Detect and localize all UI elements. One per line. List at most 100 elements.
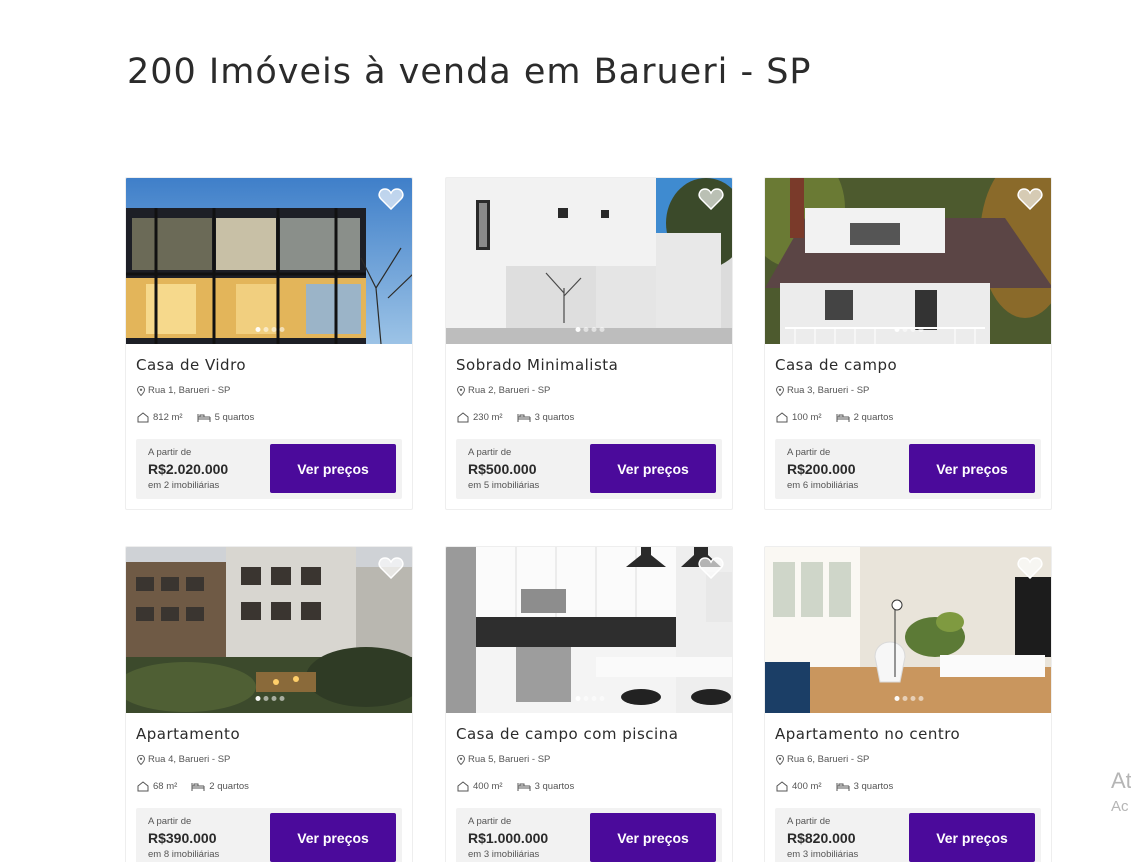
- listing-photo[interactable]: [765, 547, 1051, 713]
- listing-specs: 400 m² 3 quartos: [776, 781, 907, 792]
- listing-address: Rua 4, Barueri - SP: [137, 754, 230, 765]
- price-from-label: A partir de: [468, 816, 512, 827]
- house-outline-icon: [776, 412, 788, 423]
- listing-rooms: 3 quartos: [534, 412, 575, 423]
- house-outline-icon: [457, 781, 469, 792]
- listing-photo[interactable]: [765, 178, 1051, 344]
- listing-agencies: em 3 imobiliárias: [787, 849, 859, 860]
- see-prices-button[interactable]: Ver preços: [909, 813, 1035, 862]
- listing-area: 100 m²: [792, 412, 822, 423]
- listing-title[interactable]: Casa de campo: [775, 356, 897, 374]
- listing-photo[interactable]: [446, 547, 732, 713]
- listing-agencies: em 6 imobiliárias: [787, 480, 859, 491]
- listing-address: Rua 3, Barueri - SP: [776, 385, 869, 396]
- carousel-dots[interactable]: [575, 327, 605, 332]
- listing-card[interactable]: Casa de Vidro Rua 1, Barueri - SP 812 m²…: [125, 177, 413, 510]
- price-box: A partir de R$390.000 em 8 imobiliárias …: [136, 808, 402, 862]
- os-activation-watermark: At Ac: [1111, 768, 1131, 815]
- listing-address: Rua 2, Barueri - SP: [457, 385, 550, 396]
- carousel-dots[interactable]: [255, 696, 285, 701]
- price-from-label: A partir de: [148, 447, 192, 458]
- glass-house-photo: [126, 178, 412, 344]
- house-outline-icon: [776, 781, 788, 792]
- listing-rooms: 5 quartos: [214, 412, 255, 423]
- listing-specs: 230 m² 3 quartos: [457, 412, 588, 423]
- price-box: A partir de R$500.000 em 5 imobiliárias …: [456, 439, 722, 499]
- listing-card[interactable]: Casa de campo com piscina Rua 5, Barueri…: [445, 546, 733, 862]
- apartment-complex-photo: [126, 547, 412, 713]
- listing-photo[interactable]: [126, 547, 412, 713]
- heart-icon[interactable]: [378, 188, 404, 210]
- listing-area: 68 m²: [153, 781, 178, 792]
- listing-title[interactable]: Apartamento no centro: [775, 725, 960, 743]
- listing-agencies: em 8 imobiliárias: [148, 849, 220, 860]
- see-prices-button[interactable]: Ver preços: [270, 813, 396, 862]
- listing-price: R$2.020.000: [148, 461, 229, 477]
- see-prices-button[interactable]: Ver preços: [590, 813, 716, 862]
- map-pin-icon: [137, 385, 145, 396]
- map-pin-icon: [776, 385, 784, 396]
- see-prices-button[interactable]: Ver preços: [909, 444, 1035, 493]
- price-from-label: A partir de: [148, 816, 192, 827]
- carousel-dots[interactable]: [894, 327, 924, 332]
- bed-icon: [517, 782, 531, 791]
- see-prices-button[interactable]: Ver preços: [590, 444, 716, 493]
- price-from-label: A partir de: [787, 447, 831, 458]
- listing-specs: 100 m² 2 quartos: [776, 412, 907, 423]
- listing-photo[interactable]: [126, 178, 412, 344]
- price-box: A partir de R$200.000 em 6 imobiliárias …: [775, 439, 1041, 499]
- listing-area: 400 m²: [792, 781, 822, 792]
- page-title: 200 Imóveis à venda em Barueri - SP: [127, 52, 812, 92]
- listing-address: Rua 6, Barueri - SP: [776, 754, 869, 765]
- map-pin-icon: [457, 754, 465, 765]
- listing-area: 400 m²: [473, 781, 503, 792]
- listing-address: Rua 1, Barueri - SP: [137, 385, 230, 396]
- price-box: A partir de R$2.020.000 em 2 imobiliária…: [136, 439, 402, 499]
- listing-card[interactable]: Apartamento Rua 4, Barueri - SP 68 m² 2 …: [125, 546, 413, 862]
- listing-agencies: em 3 imobiliárias: [468, 849, 540, 860]
- carousel-dots[interactable]: [255, 327, 285, 332]
- carousel-dots[interactable]: [575, 696, 605, 701]
- country-house-photo: [765, 178, 1051, 344]
- listing-photo[interactable]: [446, 178, 732, 344]
- heart-icon[interactable]: [378, 557, 404, 579]
- price-from-label: A partir de: [787, 816, 831, 827]
- bed-icon: [517, 413, 531, 422]
- heart-icon[interactable]: [1017, 557, 1043, 579]
- listing-rooms: 3 quartos: [853, 781, 894, 792]
- listing-agencies: em 2 imobiliárias: [148, 480, 220, 491]
- kitchen-photo: [446, 547, 732, 713]
- price-from-label: A partir de: [468, 447, 512, 458]
- house-outline-icon: [137, 412, 149, 423]
- listing-card[interactable]: Sobrado Minimalista Rua 2, Barueri - SP …: [445, 177, 733, 510]
- see-prices-button[interactable]: Ver preços: [270, 444, 396, 493]
- listing-title[interactable]: Sobrado Minimalista: [456, 356, 618, 374]
- price-box: A partir de R$1.000.000 em 3 imobiliária…: [456, 808, 722, 862]
- listing-title[interactable]: Casa de campo com piscina: [456, 725, 678, 743]
- bed-icon: [836, 413, 850, 422]
- heart-icon[interactable]: [698, 188, 724, 210]
- house-outline-icon: [137, 781, 149, 792]
- heart-icon[interactable]: [698, 557, 724, 579]
- listing-rooms: 2 quartos: [853, 412, 894, 423]
- listing-agencies: em 5 imobiliárias: [468, 480, 540, 491]
- bed-icon: [197, 413, 211, 422]
- heart-icon[interactable]: [1017, 188, 1043, 210]
- map-pin-icon: [137, 754, 145, 765]
- listing-card[interactable]: Casa de campo Rua 3, Barueri - SP 100 m²…: [764, 177, 1052, 510]
- listing-price: R$1.000.000: [468, 830, 549, 846]
- listing-card[interactable]: Apartamento no centro Rua 6, Barueri - S…: [764, 546, 1052, 862]
- listing-area: 812 m²: [153, 412, 183, 423]
- minimalist-house-photo: [446, 178, 732, 344]
- listing-title[interactable]: Casa de Vidro: [136, 356, 246, 374]
- listing-price: R$820.000: [787, 830, 856, 846]
- listing-title[interactable]: Apartamento: [136, 725, 240, 743]
- listing-address: Rua 5, Barueri - SP: [457, 754, 550, 765]
- listing-price: R$500.000: [468, 461, 537, 477]
- listing-specs: 812 m² 5 quartos: [137, 412, 268, 423]
- listing-specs: 68 m² 2 quartos: [137, 781, 263, 792]
- listing-rooms: 3 quartos: [534, 781, 575, 792]
- carousel-dots[interactable]: [894, 696, 924, 701]
- bed-icon: [191, 782, 205, 791]
- listing-price: R$390.000: [148, 830, 217, 846]
